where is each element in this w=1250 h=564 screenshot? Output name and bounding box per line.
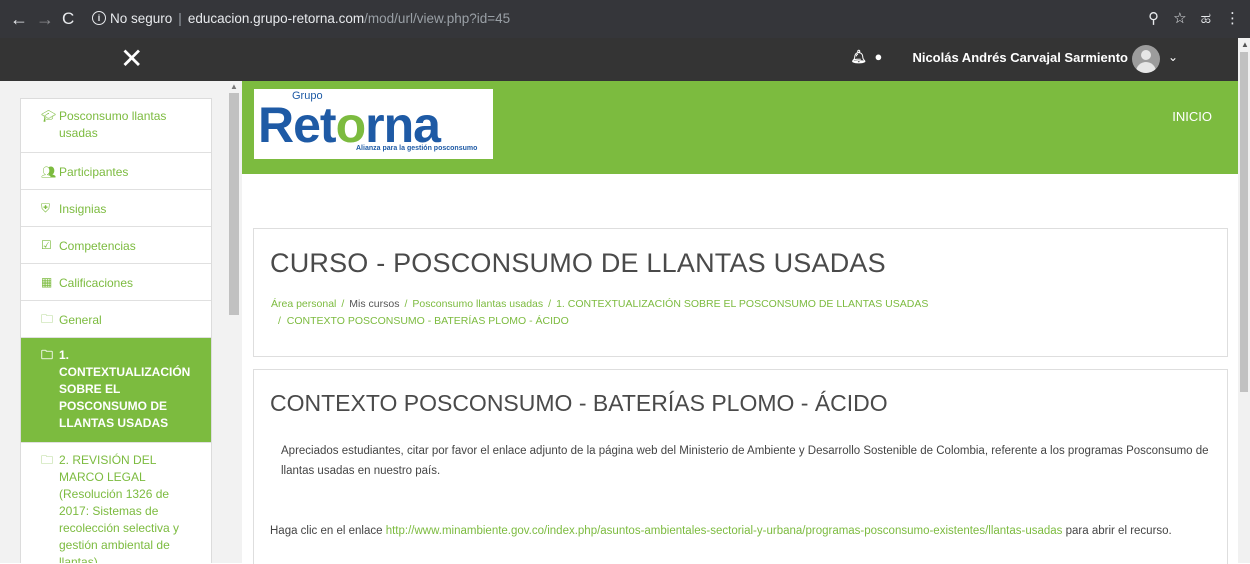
page-header: Grupo Retorna Alianza para la gestión po… <box>242 81 1238 174</box>
resource-link[interactable]: http://www.minambiente.gov.co/index.php/… <box>386 525 1063 537</box>
click-prefix: Haga clic en el enlace <box>270 525 383 537</box>
breadcrumb-mis-cursos[interactable]: Mis cursos <box>349 298 399 310</box>
url-host: educacion.grupo-retorna.com <box>187 11 365 26</box>
page-scrollbar-thumb[interactable] <box>1240 52 1248 392</box>
drawer-item-label: Participantes <box>59 165 129 179</box>
breadcrumb-section[interactable]: 1. CONTEXTUALIZACIÓN SOBRE EL POSCONSUMO… <box>556 298 928 310</box>
drawer-list: 🎓︎ Posconsumo llantas usadas 👥︎ Particip… <box>20 98 212 563</box>
scroll-up-arrow-icon[interactable]: ▲ <box>230 82 238 91</box>
drawer-item-course[interactable]: 🎓︎ Posconsumo llantas usadas <box>21 99 211 153</box>
breadcrumb-course[interactable]: Posconsumo llantas usadas <box>412 298 543 310</box>
drawer-item-label: 2. REVISIÓN DEL MARCO LEGAL (Resolución … <box>59 453 180 563</box>
activity-card: CONTEXTO POSCONSUMO - BATERÍAS PLOMO - Á… <box>253 369 1228 564</box>
bookmark-star-icon[interactable]: ☆ <box>1173 10 1186 27</box>
folder-icon: 🗀 <box>41 312 54 326</box>
menu-kebab-icon[interactable]: ⋮ <box>1225 10 1240 27</box>
forward-arrow-icon[interactable]: → <box>36 9 54 29</box>
drawer-item-label: 1. CONTEXTUALIZACIÓN SOBRE EL POSCONSUMO… <box>59 348 191 430</box>
inicio-link[interactable]: INICIO <box>1172 109 1212 124</box>
activity-title: CONTEXTO POSCONSUMO - BATERÍAS PLOMO - Á… <box>270 390 888 416</box>
graduation-cap-icon: 🎓︎ <box>41 109 57 123</box>
browser-toolbar: ← → C i No seguro | educacion.grupo-retorna… <box>0 0 1250 38</box>
course-header-card: CURSO - POSCONSUMO DE LLANTAS USADAS Áre… <box>253 228 1228 357</box>
bell-icon[interactable]: 🔔︎ <box>850 49 867 65</box>
drawer-item-section-1[interactable]: 🗀 1. CONTEXTUALIZACIÓN SOBRE EL POSCONSU… <box>21 338 211 443</box>
drawer-item-label: Posconsumo llantas usadas <box>59 109 167 140</box>
table-icon: ▦ <box>41 275 53 289</box>
drawer-item-insignias[interactable]: ⛨ Insignias <box>21 190 211 227</box>
scroll-up-arrow-icon[interactable]: ▲ <box>1241 40 1249 49</box>
user-name[interactable]: Nicolás Andrés Carvajal Sarmiento <box>912 50 1128 65</box>
check-square-icon: ☑ <box>41 238 52 252</box>
address-bar[interactable]: i No seguro | educacion.grupo-retorna.com/m… <box>88 7 1198 31</box>
url-path: /mod/url/view.php?id=45 <box>364 11 511 26</box>
browser-actions: ⚲ ☆ ಹ ⋮ <box>1134 9 1240 27</box>
avatar[interactable] <box>1132 45 1160 73</box>
drawer-item-competencias[interactable]: ☑ Competencias <box>21 227 211 264</box>
retorna-logo[interactable]: Grupo Retorna Alianza para la gestión po… <box>254 89 493 159</box>
page-title: CURSO - POSCONSUMO DE LLANTAS USADAS <box>270 248 886 278</box>
page-scrollbar[interactable]: ▲ <box>1238 38 1250 563</box>
folder-icon: 🗀 <box>41 348 54 362</box>
breadcrumb-area-personal[interactable]: Área personal <box>271 298 336 310</box>
drawer-scrollbar[interactable]: ▲ <box>228 81 240 563</box>
drawer-item-general[interactable]: 🗀 General <box>21 301 211 338</box>
chat-icon[interactable]: ● <box>874 49 882 64</box>
shield-icon: ⛨ <box>41 201 51 215</box>
back-arrow-icon[interactable]: ← <box>10 9 28 29</box>
resource-link-line: Haga clic en el enlace http://www.minamb… <box>270 525 1172 537</box>
security-label: No seguro <box>110 11 173 26</box>
zoom-icon[interactable]: ⚲ <box>1148 10 1159 27</box>
course-nav-drawer: 🎓︎ Posconsumo llantas usadas 👥︎ Particip… <box>0 81 242 563</box>
user-menu[interactable]: 🔔︎ ● Nicolás Andrés Carvajal Sarmiento <box>850 49 1128 65</box>
click-suffix: para abrir el recurso. <box>1065 525 1172 537</box>
site-navbar: ✕ 🔔︎ ● Nicolás Andrés Carvajal Sarmiento… <box>0 38 1238 81</box>
breadcrumb: Área personal / Mis cursos / Posconsumo llan… <box>271 298 929 310</box>
activity-intro: Apreciados estudiantes, citar por favor … <box>281 445 1209 477</box>
chevron-down-icon[interactable]: ⌄ <box>1168 50 1178 64</box>
breadcrumb-line-2: / CONTEXTO POSCONSUMO - BATERÍAS PLOMO -… <box>278 315 569 327</box>
folder-icon: 🗀 <box>41 453 54 467</box>
drawer-item-section-2[interactable]: 🗀 2. REVISIÓN DEL MARCO LEGAL (Resolució… <box>21 443 211 563</box>
address-separator: | <box>178 11 182 26</box>
breadcrumb-activity[interactable]: CONTEXTO POSCONSUMO - BATERÍAS PLOMO - Á… <box>287 315 569 327</box>
drawer-item-label: Insignias <box>59 202 107 216</box>
drawer-scrollbar-thumb[interactable] <box>229 93 239 315</box>
logo-tagline: Alianza para la gestión posconsumo <box>356 145 478 152</box>
reload-icon[interactable]: C <box>62 9 74 29</box>
drawer-item-participantes[interactable]: 👥︎ Participantes <box>21 153 211 190</box>
drawer-item-calificaciones[interactable]: ▦ Calificaciones <box>21 264 211 301</box>
drawer-item-label: Competencias <box>59 239 136 253</box>
users-icon: 👥︎ <box>41 165 57 179</box>
info-icon[interactable]: i <box>92 11 106 26</box>
incognito-icon[interactable]: ಹ <box>1201 10 1211 27</box>
drawer-item-label: Calificaciones <box>59 276 134 290</box>
drawer-item-label: General <box>59 313 102 327</box>
close-drawer-icon[interactable]: ✕ <box>120 45 143 73</box>
